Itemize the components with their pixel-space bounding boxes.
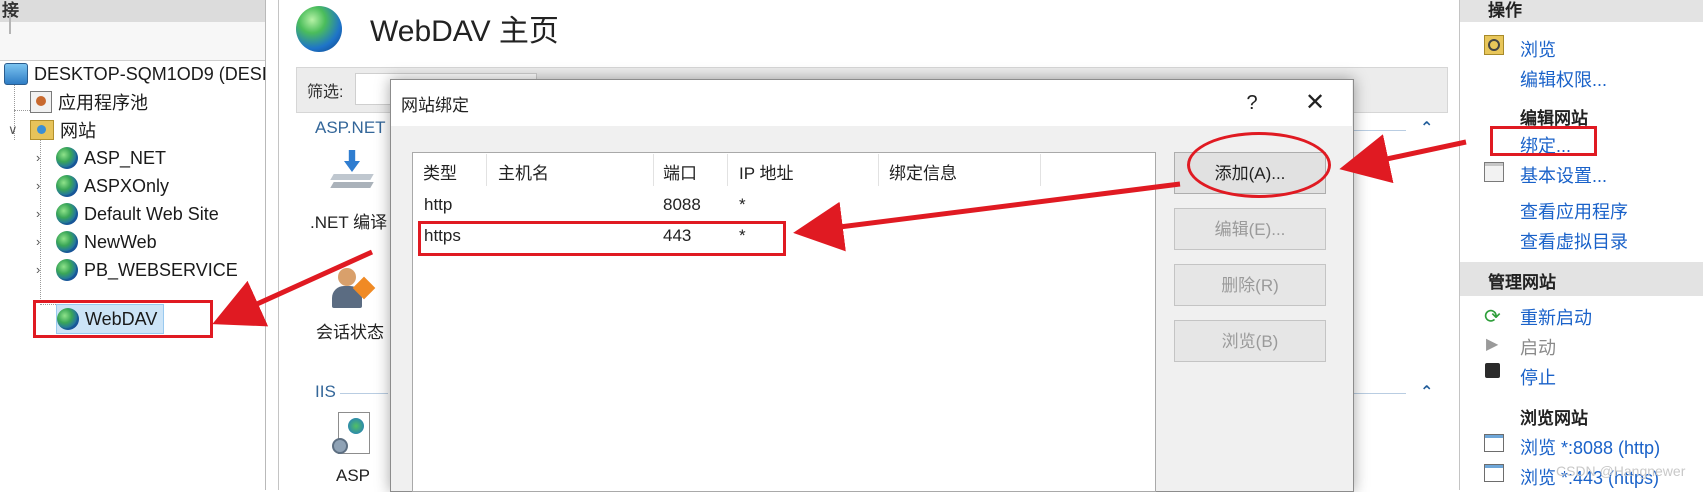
- arrow-to-webdav: [212, 249, 374, 327]
- arrow-to-https-row: [793, 181, 1181, 252]
- annotation-arrows: [212, 134, 1467, 327]
- arrow-to-add-button: [1339, 134, 1467, 184]
